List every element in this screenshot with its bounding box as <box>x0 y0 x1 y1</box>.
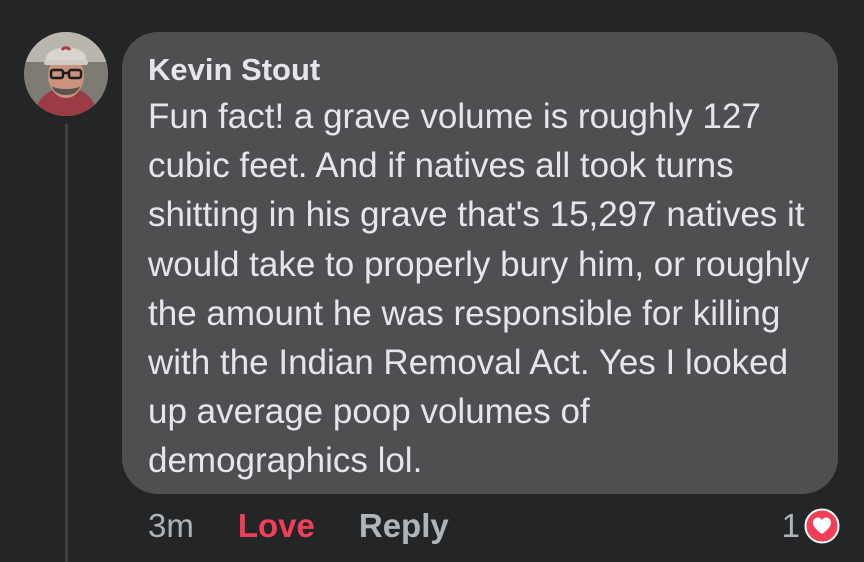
reaction-count: 1 <box>781 507 800 544</box>
reply-button[interactable]: Reply <box>359 507 449 545</box>
comment-text: Fun fact! a grave volume is roughly 127 … <box>148 97 810 481</box>
timestamp[interactable]: 3m <box>148 507 194 545</box>
comment-actions: 3m Love Reply <box>148 504 449 548</box>
avatar[interactable] <box>24 32 108 116</box>
comment-bubble: Kevin Stout Fun fact! a grave volume is … <box>122 32 838 494</box>
comment-thread: Kevin Stout Fun fact! a grave volume is … <box>0 0 864 562</box>
avatar-photo <box>24 32 108 116</box>
author-name[interactable]: Kevin Stout <box>148 50 812 90</box>
reaction-summary[interactable]: 1 <box>782 504 840 548</box>
thread-line <box>65 124 68 562</box>
love-reaction-icon <box>804 508 840 544</box>
love-button[interactable]: Love <box>238 507 315 545</box>
